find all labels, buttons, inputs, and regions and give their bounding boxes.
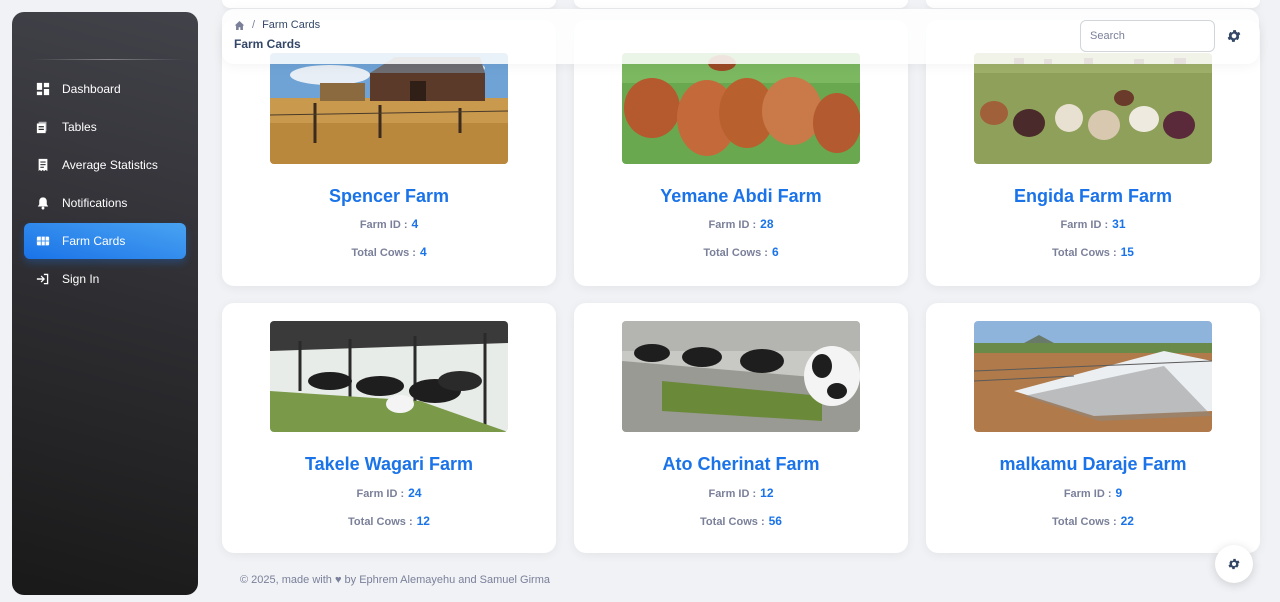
farm-id-label: Farm ID :	[708, 488, 757, 500]
total-cows-row: Total Cows :4	[222, 245, 556, 259]
breadcrumb-current: Farm Cards	[262, 19, 321, 31]
table-icon	[36, 120, 50, 134]
receipt-icon	[36, 158, 50, 172]
sidebar-item-farm-cards[interactable]: Farm Cards	[24, 223, 186, 259]
footer-credits: by Ephrem Alemayehu and Samuel Girma	[344, 574, 550, 586]
farm-name[interactable]: Takele Wagari Farm	[222, 454, 556, 475]
farm-name[interactable]: malkamu Daraje Farm	[926, 454, 1260, 475]
total-cows-row: Total Cows :22	[926, 514, 1260, 528]
farm-building-image	[974, 321, 1212, 432]
farm-id-label: Farm ID :	[359, 219, 408, 231]
farm-id-label: Farm ID :	[356, 488, 405, 500]
home-icon[interactable]	[234, 20, 245, 31]
total-cows-value: 15	[1120, 245, 1134, 259]
farm-id-value: 9	[1115, 486, 1123, 500]
sidebar-item-sign-in[interactable]: Sign In	[24, 261, 186, 297]
farm-card: malkamu Daraje Farm Farm ID :9 Total Cow…	[926, 303, 1260, 553]
heart-icon: ♥	[334, 574, 342, 586]
card-stub	[574, 0, 908, 8]
sidebar-divider	[32, 59, 184, 60]
total-cows-row: Total Cows :12	[222, 514, 556, 528]
card-stub	[222, 0, 556, 8]
farm-id-label: Farm ID :	[1063, 488, 1112, 500]
farm-card: Ato Cherinat Farm Farm ID :12 Total Cows…	[574, 303, 908, 553]
card-stub	[926, 0, 1260, 8]
total-cows-label: Total Cows :	[348, 516, 413, 528]
farm-id-label: Farm ID :	[708, 219, 757, 231]
farm-id-row: Farm ID :31	[926, 217, 1260, 231]
total-cows-label: Total Cows :	[703, 247, 768, 259]
total-cows-row: Total Cows :6	[574, 245, 908, 259]
footer-prefix: © 2025, made with	[240, 574, 332, 586]
floating-settings-button[interactable]	[1215, 545, 1253, 583]
brown-cows-image	[622, 53, 860, 164]
total-cows-value: 22	[1120, 514, 1134, 528]
dashboard-icon	[36, 82, 50, 96]
cow-shed-image	[270, 321, 508, 432]
footer: © 2025, made with ♥ by Ephrem Alemayehu …	[240, 574, 550, 586]
total-cows-label: Total Cows :	[1052, 247, 1117, 259]
barn-image	[270, 53, 508, 164]
farm-id-value: 24	[408, 486, 422, 500]
feeding-cows-image	[622, 321, 860, 432]
top-navbar: / Farm Cards Farm Cards	[222, 9, 1259, 64]
search-input[interactable]	[1080, 20, 1215, 52]
total-cows-value: 12	[416, 514, 430, 528]
total-cows-value: 6	[771, 245, 779, 259]
farm-card: Takele Wagari Farm Farm ID :24 Total Cow…	[222, 303, 556, 553]
farm-id-row: Farm ID :28	[574, 217, 908, 231]
login-icon	[36, 272, 50, 286]
farm-name[interactable]: Engida Farm Farm	[926, 186, 1260, 207]
bell-icon	[36, 196, 50, 210]
sidebar-item-label: Average Statistics	[62, 158, 158, 172]
sidebar-item-label: Notifications	[62, 196, 128, 210]
gear-icon	[1227, 557, 1241, 571]
farm-id-value: 4	[411, 217, 419, 231]
total-cows-value: 4	[419, 245, 427, 259]
total-cows-label: Total Cows :	[1052, 516, 1117, 528]
sidebar-item-label: Tables	[62, 120, 97, 134]
farm-id-value: 28	[760, 217, 774, 231]
farm-id-value: 12	[760, 486, 774, 500]
farm-id-row: Farm ID :9	[926, 486, 1260, 500]
total-cows-label: Total Cows :	[700, 516, 765, 528]
farm-id-row: Farm ID :12	[574, 486, 908, 500]
farm-name[interactable]: Ato Cherinat Farm	[574, 454, 908, 475]
page-title: Farm Cards	[234, 37, 301, 51]
herd-field-image	[974, 53, 1212, 164]
grid-icon	[36, 234, 50, 248]
sidebar-item-label: Sign In	[62, 272, 100, 286]
farm-id-row: Farm ID :4	[222, 217, 556, 231]
sidebar: Dashboard Tables Average Statistics Noti…	[12, 12, 198, 595]
total-cows-row: Total Cows :15	[926, 245, 1260, 259]
sidebar-item-tables[interactable]: Tables	[24, 109, 186, 145]
farm-id-label: Farm ID :	[1060, 219, 1109, 231]
sidebar-item-label: Farm Cards	[62, 234, 126, 248]
total-cows-label: Total Cows :	[351, 247, 416, 259]
farm-id-value: 31	[1112, 217, 1126, 231]
sidebar-nav: Dashboard Tables Average Statistics Noti…	[24, 71, 186, 299]
breadcrumb: / Farm Cards	[234, 19, 320, 31]
total-cows-value: 56	[768, 514, 782, 528]
farm-name[interactable]: Yemane Abdi Farm	[574, 186, 908, 207]
farm-name[interactable]: Spencer Farm	[222, 186, 556, 207]
total-cows-row: Total Cows :56	[574, 514, 908, 528]
sidebar-item-label: Dashboard	[62, 82, 121, 96]
sidebar-item-average-statistics[interactable]: Average Statistics	[24, 147, 186, 183]
breadcrumb-separator: /	[252, 19, 256, 31]
farm-id-row: Farm ID :24	[222, 486, 556, 500]
settings-gear-icon[interactable]	[1226, 28, 1242, 44]
sidebar-item-notifications[interactable]: Notifications	[24, 185, 186, 221]
sidebar-item-dashboard[interactable]: Dashboard	[24, 71, 186, 107]
